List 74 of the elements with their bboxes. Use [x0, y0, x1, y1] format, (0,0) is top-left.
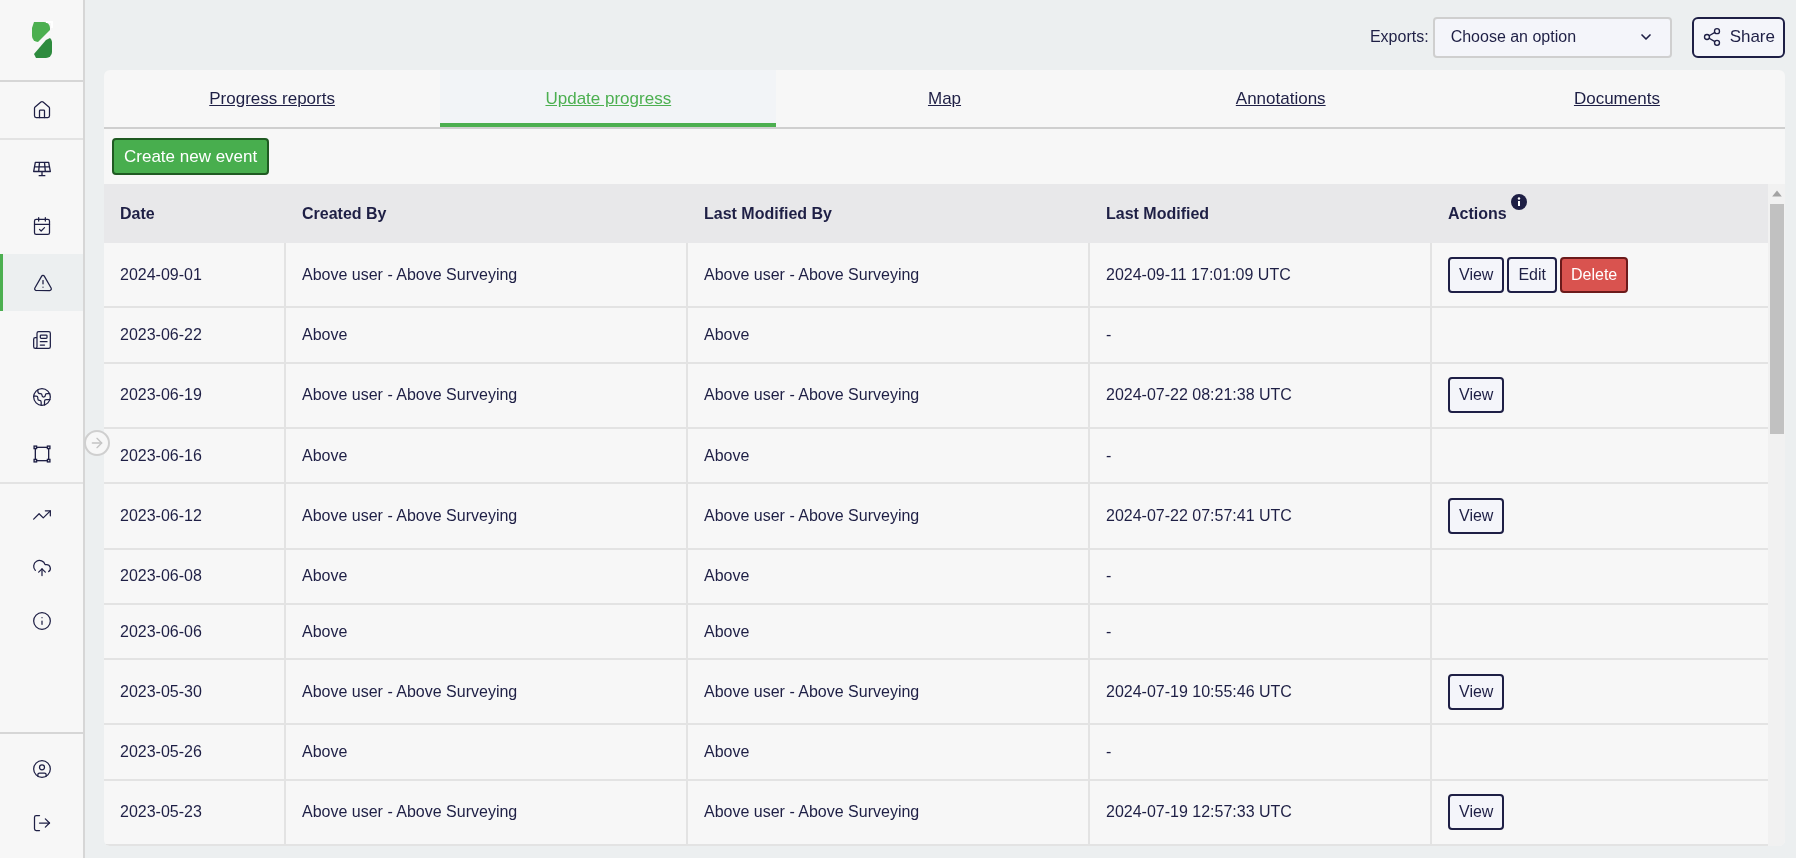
table-cell-text: 2023-06-19 [120, 385, 202, 406]
table-cell-text: Above user - Above Surveying [704, 681, 920, 702]
table-cell-text: Above user - Above Surveying [704, 505, 920, 526]
column-header: Date [120, 203, 155, 224]
table-cell-text: 2024-09-11 17:01:09 UTC [1106, 264, 1291, 285]
view-button[interactable]: View [1448, 256, 1505, 293]
expand-button[interactable] [84, 430, 110, 456]
table-cell-text: - [1106, 325, 1112, 346]
logout-icon [31, 813, 52, 833]
globe-icon [31, 386, 52, 407]
column-header: Last Modified [1106, 203, 1210, 224]
table-cell-text: - [1106, 621, 1112, 642]
table-cell-text: Above user - Above Surveying [302, 802, 518, 823]
table-cell-text: Above [704, 445, 750, 466]
table-cell-text: 2023-05-30 [120, 681, 202, 702]
view-button[interactable]: View [1448, 377, 1505, 414]
warning-sign-icon [33, 272, 53, 293]
exports-label: Exports: [1369, 27, 1429, 47]
column-header: Created By [302, 203, 387, 224]
tab[interactable]: Progress reports [104, 70, 441, 127]
user-icon [31, 759, 52, 779]
table-cell-text: Above user - Above Surveying [302, 681, 518, 702]
table-cell-text: 2023-05-26 [120, 742, 202, 763]
scrollbar-thumb[interactable] [1769, 204, 1784, 434]
table-cell-text: Above user - Above Surveying [302, 385, 518, 406]
table-cell-text: 2024-07-19 10:55:46 UTC [1106, 681, 1292, 702]
table-cell-text: - [1106, 445, 1112, 466]
table-cell-text: Above [302, 621, 348, 642]
view-button[interactable]: View [1448, 673, 1505, 710]
table-cell-text: Above user - Above Surveying [704, 264, 920, 285]
view-button[interactable]: View [1448, 794, 1505, 831]
calendar-check-icon [31, 215, 52, 236]
tab[interactable]: Documents [1448, 70, 1785, 127]
list-document-icon [31, 329, 52, 350]
table-cell-text: 2023-06-16 [120, 445, 202, 466]
exports-select[interactable]: Choose an option [1432, 16, 1672, 58]
table-cell-text: 2023-05-23 [120, 802, 202, 823]
table-cell-text: 2024-09-01 [120, 264, 202, 285]
home-icon [31, 100, 52, 120]
table-cell-text: 2024-07-22 07:57:41 UTC [1106, 505, 1292, 526]
table-cell-text: 2023-06-12 [120, 505, 202, 526]
share-icon [1701, 27, 1722, 47]
table-cell-text: Above user - Above Surveying [302, 264, 518, 285]
info-icon [1510, 193, 1527, 210]
info-icon [31, 610, 52, 631]
cloud-upload-icon [31, 557, 52, 578]
edit-button[interactable]: Edit [1507, 256, 1557, 293]
table-cell-text: Above user - Above Surveying [704, 802, 920, 823]
column-header: Last Modified By [704, 203, 832, 224]
table-cell-text: - [1106, 566, 1112, 587]
table-cell-text: Above [302, 742, 348, 763]
table-cell-text: Above [302, 566, 348, 587]
table-cell-text: Above [302, 325, 348, 346]
table-cell-text: Above [704, 566, 750, 587]
table-cell-text: Above [302, 445, 348, 466]
table-cell-text: Above [704, 621, 750, 642]
table-cell-text: - [1106, 742, 1112, 763]
sidebar-item[interactable] [0, 254, 83, 311]
delete-button[interactable]: Delete [1559, 256, 1629, 293]
bounding-box-icon [31, 443, 52, 464]
table-cell-text: 2024-07-22 08:21:38 UTC [1106, 385, 1292, 406]
table-cell-text: Above [704, 325, 750, 346]
share-button[interactable]: Share [1691, 16, 1785, 58]
table-cell-text: Above user - Above Surveying [704, 385, 920, 406]
table-cell-text: 2023-06-06 [120, 621, 202, 642]
tab[interactable]: Annotations [1112, 70, 1449, 127]
tab[interactable]: Map [776, 70, 1113, 127]
table-cell-text: 2024-07-19 12:57:33 UTC [1106, 802, 1292, 823]
table-cell-text: 2023-06-22 [120, 325, 202, 346]
table-cell-text: Above [704, 742, 750, 763]
column-header: Actions [1448, 203, 1507, 224]
table-cell-text: Above user - Above Surveying [302, 505, 518, 526]
table-cell-text: 2023-06-08 [120, 566, 202, 587]
view-button[interactable]: View [1448, 497, 1505, 534]
